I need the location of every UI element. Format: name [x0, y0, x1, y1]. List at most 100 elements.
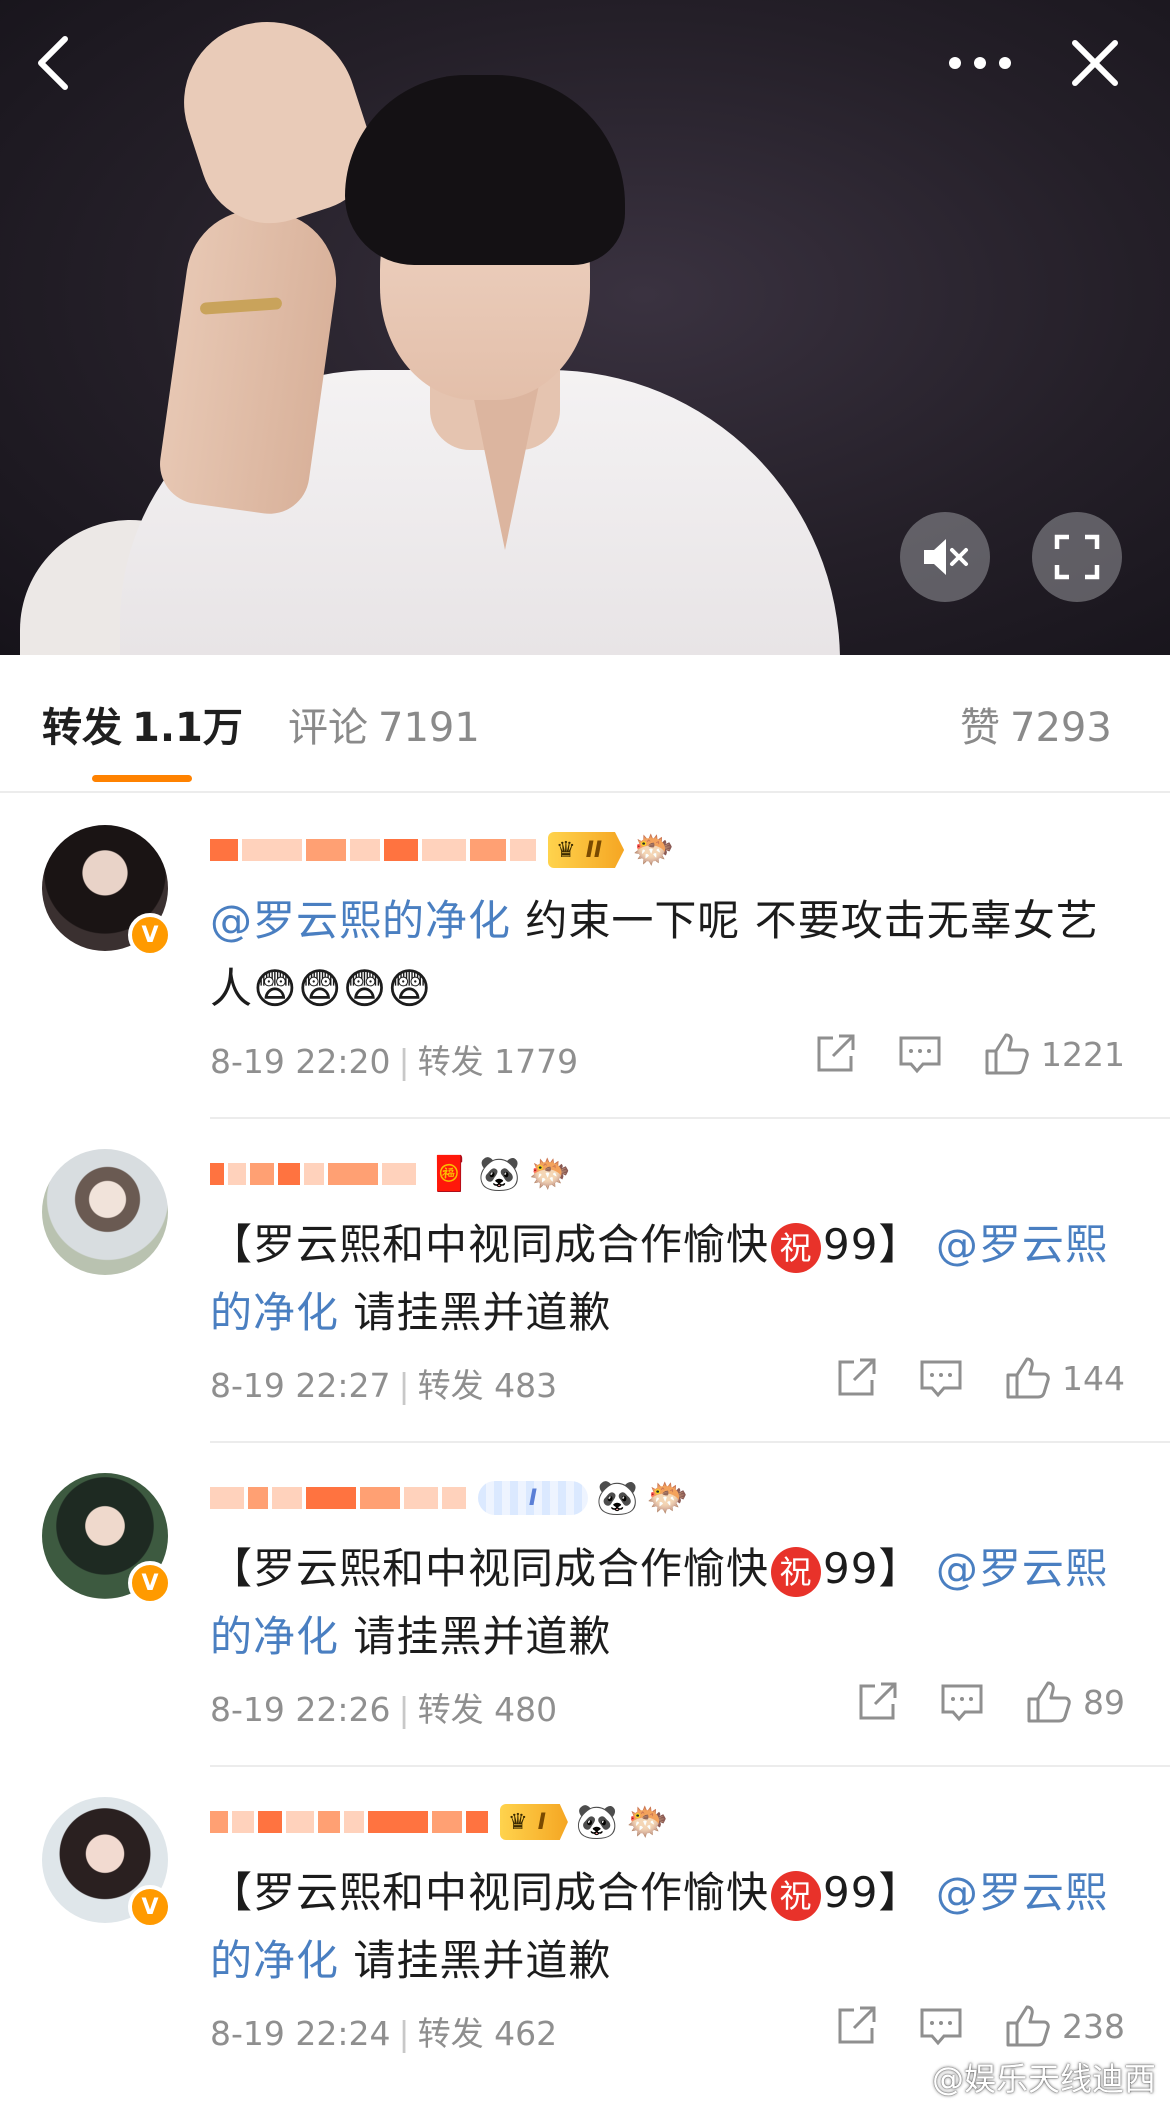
weibo-logo-icon — [886, 2063, 925, 2093]
comment-icon — [899, 1036, 941, 1074]
level-badge: ♛ I — [500, 1804, 568, 1840]
fearful-face-icon: 😨 — [297, 964, 343, 1013]
tab-like-label: 赞 — [960, 705, 1000, 751]
like-button[interactable]: 238 — [1004, 2003, 1125, 2049]
comment-button[interactable] — [918, 2004, 964, 2048]
comment-meta: 8-19 22:20 | 转发 1779 — [210, 1042, 579, 1081]
username-blurred — [210, 1478, 470, 1518]
more-button[interactable] — [930, 28, 1030, 98]
share-icon — [859, 1682, 897, 1720]
repost-item[interactable]: V I 🐼 🐡 【罗云熙和中视同成合作愉快祝 99】 @罗云熙的净化 请挂黑并道歉… — [0, 1443, 1170, 1767]
tab-repost[interactable]: 转发 1.1万 — [42, 703, 243, 753]
timestamp: 8-19 22:26 — [210, 1690, 391, 1729]
crown-icon: ♛ — [556, 837, 576, 863]
level-badge: ♛ II — [548, 832, 625, 868]
weibo-watermark: @娱乐天线迪西 — [886, 2054, 1156, 2100]
comment-text: 【罗云熙和中视同成合作愉快祝 99】 @罗云熙的净化 请挂黑并道歉 — [210, 1868, 1108, 1985]
video-frame-hair — [345, 75, 625, 265]
repost-count: 462 — [494, 2014, 558, 2053]
repost-label: 转发 — [417, 1042, 484, 1081]
verified-badge-icon: V — [128, 1885, 172, 1929]
share-button[interactable] — [813, 1032, 857, 1076]
repost-item[interactable]: 🧧 🐼 🐡 【罗云熙和中视同成合作愉快祝 99】 @罗云熙的净化 请挂黑并道歉 8… — [0, 1119, 1170, 1443]
comment-meta: 8-19 22:24 | 转发 462 — [210, 2014, 558, 2053]
tab-like[interactable]: 赞 7293 — [960, 703, 1112, 753]
mention-link[interactable]: @罗云熙的净化 — [210, 896, 511, 945]
like-button[interactable]: 89 — [1025, 1679, 1125, 1725]
username-row[interactable]: ♛ I 🐼 🐡 — [210, 1799, 669, 1845]
repost-label: 转发 — [417, 1690, 484, 1729]
thumbs-up-icon — [1006, 2005, 1050, 2047]
repost-label: 转发 — [417, 1366, 484, 1405]
fullscreen-icon — [1054, 534, 1100, 580]
like-count: 144 — [1062, 1358, 1125, 1398]
like-button[interactable]: 1221 — [983, 1031, 1125, 1077]
fish-icon: 🐡 — [646, 1478, 689, 1518]
back-button[interactable] — [18, 28, 88, 98]
tab-bar: 转发 1.1万 评论 7191 赞 7293 — [0, 655, 1170, 793]
fish-icon: 🐡 — [528, 1154, 572, 1194]
panda-icon: 🐼 — [478, 1154, 521, 1194]
tab-active-indicator — [92, 775, 192, 782]
gift-badge-icon: 🧧 — [428, 1154, 471, 1194]
fearful-face-icon: 😨 — [342, 964, 388, 1013]
avatar[interactable] — [42, 1149, 168, 1275]
repost-item[interactable]: V ♛ II 🐡 @罗云熙的净化 约束一下呢 不要攻击无辜女艺人😨😨😨😨 8-19… — [0, 795, 1170, 1119]
repost-count: 480 — [494, 1690, 558, 1729]
username-blurred — [210, 830, 540, 870]
comment-button[interactable] — [897, 1032, 943, 1076]
member-badge: I — [478, 1481, 588, 1515]
like-count: 238 — [1062, 2006, 1125, 2046]
comment-button[interactable] — [939, 1680, 985, 1724]
mute-icon — [924, 539, 968, 575]
video-player[interactable] — [0, 0, 1170, 655]
timestamp: 8-19 22:24 — [210, 2014, 391, 2053]
share-button[interactable] — [834, 1356, 878, 1400]
close-button[interactable] — [1060, 28, 1130, 98]
username-row[interactable]: ♛ II 🐡 — [210, 827, 674, 873]
zhu-badge-icon: 祝 — [771, 1870, 822, 1921]
comment-button[interactable] — [918, 1356, 964, 1400]
watermark-text: @娱乐天线迪西 — [931, 2060, 1156, 2098]
share-icon — [838, 2006, 876, 2044]
fish-icon: 🐡 — [626, 1802, 669, 1842]
username-row[interactable]: I 🐼 🐡 — [210, 1475, 689, 1521]
fish-icon: 🐡 — [632, 830, 675, 870]
comment-actions: 238 — [834, 2003, 1125, 2049]
share-button[interactable] — [855, 1680, 899, 1724]
comment-meta: 8-19 22:27 | 转发 483 — [210, 1366, 558, 1405]
verified-badge-icon: V — [128, 1561, 172, 1605]
username-row[interactable]: 🧧 🐼 🐡 — [210, 1151, 571, 1197]
thumbs-up-icon — [1006, 1357, 1050, 1399]
share-button[interactable] — [834, 2004, 878, 2048]
comment-text: 【罗云熙和中视同成合作愉快祝 99】 @罗云熙的净化 请挂黑并道歉 — [210, 1220, 1108, 1337]
verified-badge-icon: V — [128, 913, 172, 957]
mute-button[interactable] — [900, 512, 990, 602]
more-icon — [949, 57, 1011, 69]
tab-like-count: 7293 — [1010, 705, 1112, 751]
like-count: 89 — [1083, 1682, 1125, 1722]
like-count: 1221 — [1041, 1034, 1125, 1074]
like-button[interactable]: 144 — [1004, 1355, 1125, 1401]
comment-icon — [920, 2008, 962, 2046]
zhu-badge-icon: 祝 — [771, 1546, 822, 1597]
fearful-face-icon: 😨 — [387, 964, 433, 1013]
thumbs-up-icon — [985, 1033, 1029, 1075]
comment-actions: 89 — [855, 1679, 1125, 1725]
close-icon — [1072, 40, 1118, 86]
username-blurred — [210, 1802, 492, 1842]
repost-item[interactable]: V ♛ I 🐼 🐡 【罗云熙和中视同成合作愉快祝 99】 @罗云熙的净化 请挂黑并道… — [0, 1767, 1170, 2091]
repost-count: 483 — [494, 1366, 558, 1405]
tab-comment-label: 评论 — [288, 705, 368, 751]
tab-repost-label: 转发 — [42, 705, 122, 751]
tab-comment[interactable]: 评论 7191 — [288, 703, 480, 753]
fullscreen-button[interactable] — [1032, 512, 1122, 602]
back-icon — [38, 36, 68, 90]
comment-icon — [920, 1360, 962, 1398]
zhu-badge-icon: 祝 — [771, 1222, 822, 1273]
share-icon — [838, 1358, 876, 1396]
repost-label: 转发 — [417, 2014, 484, 2053]
tab-comment-count: 7191 — [378, 705, 480, 751]
crown-icon: ♛ — [508, 1809, 528, 1835]
username-blurred — [210, 1154, 420, 1194]
